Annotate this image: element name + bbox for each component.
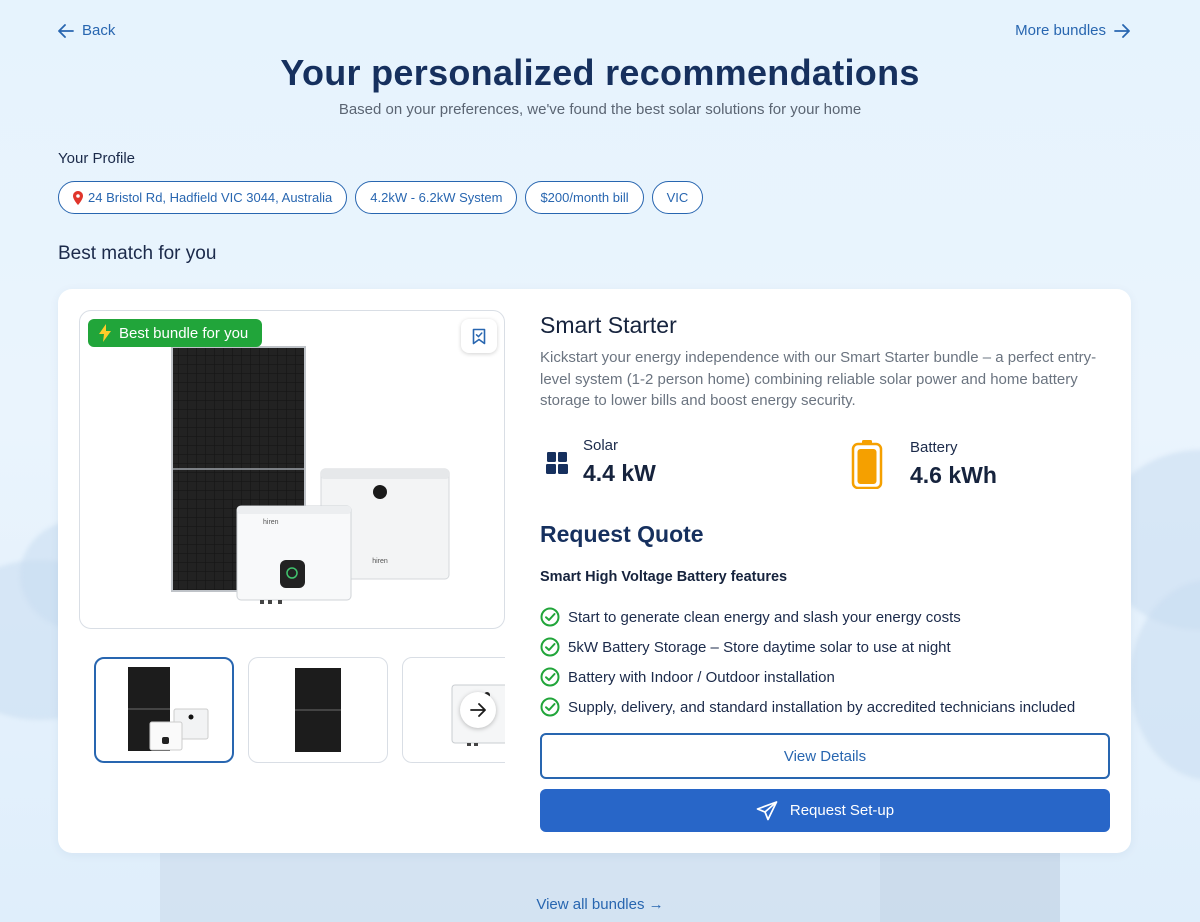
arrow-left-icon	[58, 23, 74, 38]
thumbnail-solar-panel[interactable]	[248, 657, 388, 763]
bookmark-icon	[472, 328, 486, 344]
svg-text:hiren: hiren	[263, 519, 279, 526]
view-details-button[interactable]: View Details	[540, 733, 1110, 779]
best-match-label: Best match for you	[58, 243, 217, 264]
check-circle-icon	[540, 607, 560, 627]
feature-text: Supply, delivery, and standard installat…	[568, 698, 1076, 716]
address-chip-label: 24 Bristol Rd, Hadfield VIC 3044, Austra…	[88, 190, 333, 205]
battery-label: Battery	[910, 439, 958, 456]
battery-icon	[851, 440, 883, 489]
monthly-bill-chip-label: $200/month bill	[540, 190, 629, 205]
check-circle-icon	[540, 697, 560, 717]
state-chip-label: VIC	[666, 190, 689, 205]
bundle-product-illustration: hiren hiren	[171, 346, 450, 604]
bundle-card: hiren hiren Best bundle for you Smart St…	[58, 289, 1131, 853]
battery-spec: Battery 4.6 kWh	[851, 439, 997, 489]
solar-panel-thumbnail-image	[295, 668, 341, 752]
product-image: hiren hiren Best bundle for you	[79, 310, 505, 629]
more-bundles-label: More bundles	[1015, 22, 1106, 39]
monthly-bill-chip[interactable]: $200/month bill	[525, 181, 644, 214]
system-size-chip-label: 4.2kW - 6.2kW System	[370, 190, 503, 205]
feature-item: Supply, delivery, and standard installat…	[540, 692, 1075, 722]
solar-spec: Solar 4.4 kW	[546, 437, 656, 487]
back-label: Back	[82, 22, 116, 39]
feature-text: Battery with Indoor / Outdoor installati…	[568, 668, 835, 686]
feature-item: Battery with Indoor / Outdoor installati…	[540, 662, 1075, 692]
view-all-bundles-link[interactable]: View all bundles →	[0, 896, 1200, 913]
profile-label: Your Profile	[58, 150, 135, 167]
more-bundles-link[interactable]: More bundles	[1015, 22, 1130, 39]
request-quote-heading: Request Quote	[540, 521, 704, 547]
lightning-icon	[99, 324, 111, 342]
svg-text:hiren: hiren	[372, 558, 388, 565]
address-chip[interactable]: 24 Bristol Rd, Hadfield VIC 3044, Austra…	[58, 181, 348, 214]
solar-value: 4.4 kW	[583, 460, 656, 486]
request-setup-button[interactable]: Request Set-up	[540, 789, 1110, 832]
bookmark-button[interactable]	[461, 319, 497, 353]
check-circle-icon	[540, 667, 560, 687]
feature-text: Start to generate clean energy and slash…	[568, 608, 961, 626]
system-size-chip[interactable]: 4.2kW - 6.2kW System	[355, 181, 518, 214]
back-link[interactable]: Back	[58, 22, 115, 39]
bundle-thumbnail-image	[128, 667, 209, 751]
arrow-right-icon	[1114, 23, 1130, 38]
thumbnail-bundle[interactable]	[94, 657, 234, 763]
bundle-title: Smart Starter	[540, 312, 677, 338]
badge-label: Best bundle for you	[119, 324, 249, 342]
arrow-right-icon	[470, 703, 486, 717]
battery-value: 4.6 kWh	[910, 462, 997, 488]
thumbnail-carousel	[79, 644, 505, 774]
page-title: Your personalized recommendations	[280, 52, 920, 93]
feature-item: Start to generate clean energy and slash…	[540, 602, 1075, 632]
solar-panel-icon	[546, 452, 568, 474]
solar-label: Solar	[583, 437, 619, 454]
page-subtitle: Based on your preferences, we've found t…	[338, 101, 862, 118]
state-chip[interactable]: VIC	[651, 181, 704, 214]
check-circle-icon	[540, 637, 560, 657]
carousel-next-button[interactable]	[460, 692, 496, 728]
profile-chips: 24 Bristol Rd, Hadfield VIC 3044, Austra…	[58, 181, 704, 214]
location-pin-icon	[73, 190, 83, 205]
feature-item: 5kW Battery Storage – Store daytime sola…	[540, 632, 1075, 662]
feature-list: Start to generate clean energy and slash…	[540, 602, 1075, 722]
view-details-label: View Details	[783, 747, 867, 765]
best-bundle-badge: Best bundle for you	[88, 319, 263, 347]
request-setup-label: Request Set-up	[789, 802, 895, 819]
feature-text: 5kW Battery Storage – Store daytime sola…	[568, 638, 951, 656]
send-icon	[756, 800, 778, 820]
features-title: Smart High Voltage Battery features	[540, 569, 788, 585]
bundle-description: Kickstart your energy independence with …	[540, 349, 1097, 409]
